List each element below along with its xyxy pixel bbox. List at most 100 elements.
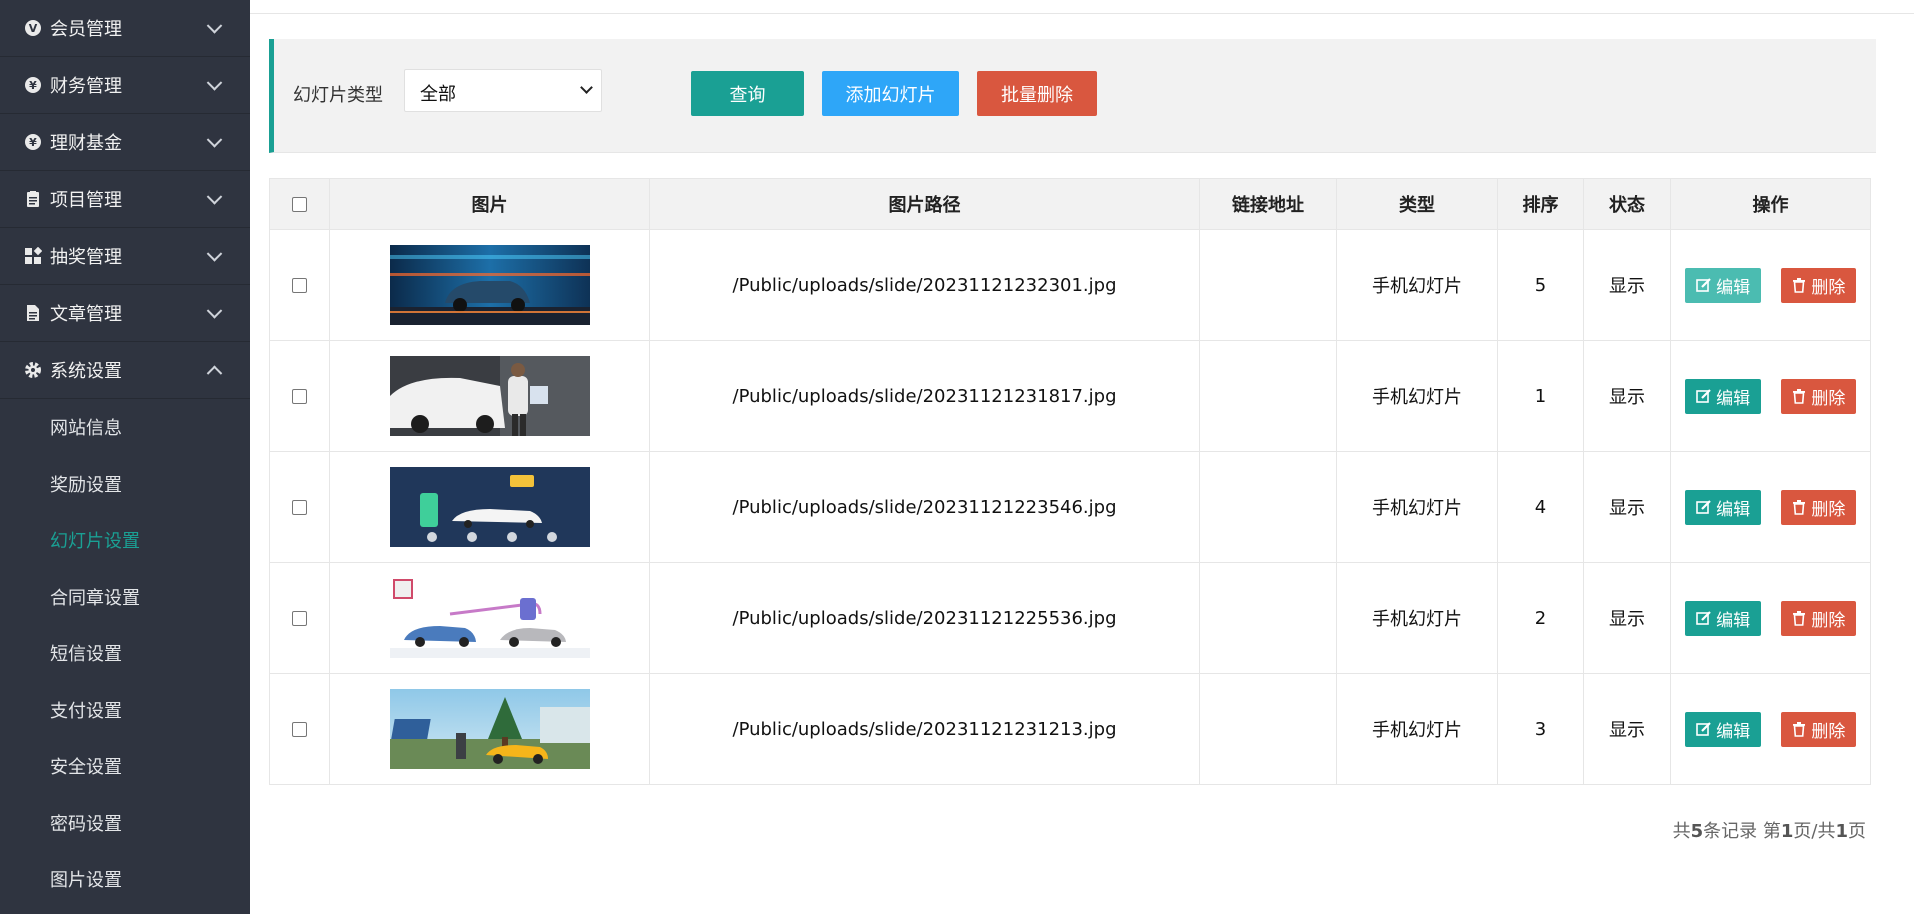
header-checkbox-cell — [269, 178, 330, 230]
delete-button[interactable]: 删除 — [1780, 267, 1856, 303]
order-cell: 3 — [1497, 673, 1584, 785]
sub-item-slides[interactable]: 幻灯片设置 — [0, 512, 250, 569]
table-row: /Public/uploads/slide/20231121225536.jpg… — [269, 562, 1871, 674]
query-button[interactable]: 查询 — [691, 71, 804, 116]
menu-label: 文章管理 — [50, 304, 122, 325]
menu-system-settings[interactable]: 系统设置 — [0, 342, 250, 399]
header-type: 类型 — [1336, 178, 1498, 230]
chevron-down-icon — [206, 303, 223, 319]
edit-icon — [1696, 389, 1711, 403]
row-checkbox[interactable] — [292, 278, 307, 293]
sidebar: V 会员管理 ¥ 财务管理 ¥ 理财基金 项目管理 抽奖管理 文章管理 系统设置… — [0, 0, 250, 914]
svg-text:¥: ¥ — [29, 79, 37, 92]
top-divider — [250, 13, 1914, 14]
row-checkbox[interactable] — [292, 500, 307, 515]
slide-type-select[interactable]: 全部 — [404, 69, 602, 112]
header-path: 图片路径 — [649, 178, 1200, 230]
link-cell — [1199, 451, 1337, 563]
header-actions: 操作 — [1670, 178, 1871, 230]
batch-delete-button[interactable]: 批量删除 — [977, 71, 1097, 116]
row-checkbox[interactable] — [292, 722, 307, 737]
fund-icon: ¥ — [24, 133, 42, 151]
chevron-down-icon — [206, 18, 223, 34]
header-image: 图片 — [329, 178, 650, 230]
order-cell: 5 — [1497, 229, 1584, 341]
sub-item-password[interactable]: 密码设置 — [0, 795, 250, 852]
pager-text: 条记录 第 — [1703, 821, 1781, 842]
sub-item-image[interactable]: 图片设置 — [0, 851, 250, 908]
sub-item-site-info[interactable]: 网站信息 — [0, 399, 250, 456]
status-cell: 显示 — [1583, 673, 1671, 785]
article-icon — [24, 304, 42, 322]
pager-text: 共 — [1672, 821, 1691, 842]
slide-thumbnail — [389, 689, 590, 769]
row-checkbox[interactable] — [292, 389, 307, 404]
menu-label: 会员管理 — [50, 19, 122, 40]
menu-member[interactable]: V 会员管理 — [0, 0, 250, 57]
select-all-checkbox[interactable] — [292, 197, 307, 212]
edit-button[interactable]: 编辑 — [1685, 600, 1762, 636]
sub-item-reward[interactable]: 奖励设置 — [0, 456, 250, 513]
slide-type-label: 幻灯片类型 — [293, 85, 383, 106]
chevron-down-icon — [206, 132, 223, 148]
row-checkbox-cell — [269, 229, 330, 341]
chevron-down-icon — [206, 75, 223, 91]
header-link: 链接地址 — [1199, 178, 1337, 230]
slide-thumbnail — [389, 245, 590, 325]
table-row: /Public/uploads/slide/20231121223546.jpg… — [269, 451, 1871, 563]
sub-item-contract-seal[interactable]: 合同章设置 — [0, 569, 250, 626]
type-cell: 手机幻灯片 — [1336, 340, 1498, 452]
menu-fund[interactable]: ¥ 理财基金 — [0, 114, 250, 171]
header-status: 状态 — [1583, 178, 1671, 230]
menu-label: 系统设置 — [50, 361, 122, 382]
edit-button[interactable]: 编辑 — [1685, 267, 1762, 303]
sub-item-payment[interactable]: 支付设置 — [0, 682, 250, 739]
member-icon: V — [24, 19, 42, 37]
menu-label: 理财基金 — [50, 133, 122, 154]
slide-thumbnail — [389, 467, 590, 547]
delete-button[interactable]: 删除 — [1780, 600, 1856, 636]
finance-icon: ¥ — [24, 76, 42, 94]
pagination-info: 共5条记录 第1页/共1页 — [1673, 817, 1866, 843]
row-checkbox[interactable] — [292, 611, 307, 626]
image-cell — [329, 451, 650, 563]
delete-button[interactable]: 删除 — [1780, 378, 1856, 414]
edit-label: 编辑 — [1716, 499, 1751, 520]
menu-finance[interactable]: ¥ 财务管理 — [0, 57, 250, 114]
edit-button[interactable]: 编辑 — [1685, 711, 1762, 747]
menu-project[interactable]: 项目管理 — [0, 171, 250, 228]
delete-button[interactable]: 删除 — [1780, 489, 1856, 525]
gear-icon — [24, 361, 42, 379]
sub-item-sms[interactable]: 短信设置 — [0, 625, 250, 682]
type-cell: 手机幻灯片 — [1336, 229, 1498, 341]
trash-icon — [1793, 722, 1806, 737]
order-cell: 4 — [1497, 451, 1584, 563]
chevron-down-icon — [580, 81, 593, 94]
header-order: 排序 — [1497, 178, 1584, 230]
delete-label: 删除 — [1811, 277, 1846, 298]
trash-icon — [1793, 611, 1806, 626]
select-value: 全部 — [420, 84, 456, 105]
project-icon — [24, 190, 42, 208]
image-cell — [329, 340, 650, 452]
edit-button[interactable]: 编辑 — [1685, 489, 1762, 525]
image-cell — [329, 229, 650, 341]
menu-label: 财务管理 — [50, 76, 122, 97]
sub-item-security[interactable]: 安全设置 — [0, 738, 250, 795]
image-cell — [329, 673, 650, 785]
trash-icon — [1793, 278, 1806, 293]
type-cell: 手机幻灯片 — [1336, 562, 1498, 674]
menu-label: 项目管理 — [50, 190, 122, 211]
type-cell: 手机幻灯片 — [1336, 451, 1498, 563]
add-slide-button[interactable]: 添加幻灯片 — [822, 71, 959, 116]
delete-label: 删除 — [1811, 721, 1846, 742]
delete-label: 删除 — [1811, 388, 1846, 409]
pager-page: 1 — [1780, 821, 1794, 842]
menu-lottery[interactable]: 抽奖管理 — [0, 228, 250, 285]
delete-button[interactable]: 删除 — [1780, 711, 1856, 747]
pager-text: 页/共 — [1793, 821, 1836, 842]
menu-article[interactable]: 文章管理 — [0, 285, 250, 342]
table-header-row: 图片 图片路径 链接地址 类型 排序 状态 操作 — [269, 178, 1871, 230]
table-row: /Public/uploads/slide/20231121231213.jpg… — [269, 673, 1871, 785]
edit-button[interactable]: 编辑 — [1685, 378, 1762, 414]
